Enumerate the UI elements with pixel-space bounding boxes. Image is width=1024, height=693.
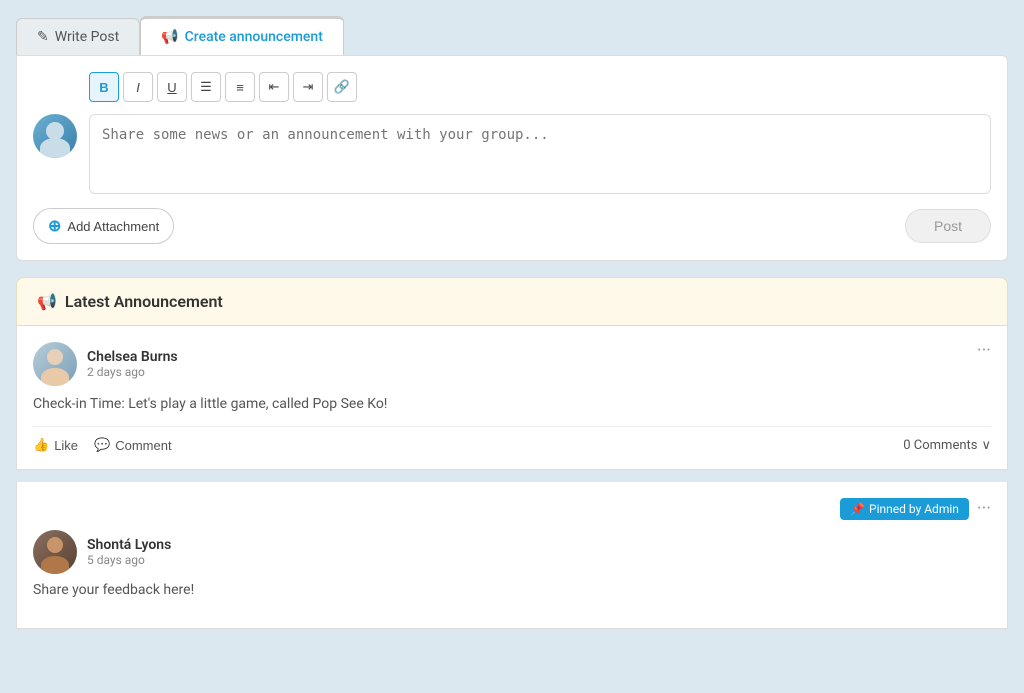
shonta-post-menu[interactable]: ··· <box>977 500 991 518</box>
like-icon: 👍 <box>33 437 49 453</box>
post-card-shonta: 📌 Pinned by Admin ··· Shontá Lyons 5 day… <box>16 482 1008 629</box>
post-card-chelsea: Chelsea Burns 2 days ago ··· Check-in Ti… <box>16 326 1008 470</box>
plus-icon: ⊕ <box>48 216 61 236</box>
unordered-list-button[interactable]: ☰ <box>191 72 221 102</box>
write-post-icon: ✎ <box>37 29 49 45</box>
announcement-icon: 📢 <box>161 29 178 45</box>
editor-toolbar: B I U ☰ ≡ ⇤ ⇥ 🔗 <box>89 72 991 102</box>
shonta-post-time: 5 days ago <box>87 553 171 567</box>
chelsea-post-menu[interactable]: ··· <box>977 342 991 360</box>
main-container: ✎ Write Post 📢 Create announcement B I U… <box>16 16 1008 629</box>
chelsea-comment-button[interactable]: 💬 Comment <box>94 437 172 453</box>
current-user-avatar <box>33 114 77 158</box>
editor-card: B I U ☰ ≡ ⇤ ⇥ 🔗 ⊕ Add Attachment Post <box>16 55 1008 261</box>
italic-button[interactable]: I <box>123 72 153 102</box>
pin-icon: 📌 <box>850 502 865 516</box>
create-announcement-label: Create announcement <box>185 29 323 45</box>
outdent-button[interactable]: ⇤ <box>259 72 289 102</box>
chelsea-avatar <box>33 342 77 386</box>
tabs: ✎ Write Post 📢 Create announcement <box>16 16 1008 55</box>
editor-footer: ⊕ Add Attachment Post <box>33 208 991 244</box>
post-button[interactable]: Post <box>905 209 991 243</box>
comment-icon: 💬 <box>94 437 110 453</box>
bold-button[interactable]: B <box>89 72 119 102</box>
tab-write-post[interactable]: ✎ Write Post <box>16 18 140 55</box>
shonta-author-details: Shontá Lyons 5 days ago <box>87 537 171 567</box>
shonta-author-name: Shontá Lyons <box>87 537 171 553</box>
chelsea-comments-count[interactable]: 0 Comments ∨ <box>903 438 991 453</box>
announcement-section-icon: 📢 <box>37 292 57 311</box>
chelsea-like-button[interactable]: 👍 Like <box>33 437 78 453</box>
add-attachment-button[interactable]: ⊕ Add Attachment <box>33 208 174 244</box>
shonta-post-header: Shontá Lyons 5 days ago <box>33 530 991 574</box>
add-attachment-label: Add Attachment <box>67 219 159 234</box>
write-post-label: Write Post <box>55 29 119 45</box>
shonta-avatar <box>33 530 77 574</box>
announcement-section-title: Latest Announcement <box>65 292 223 311</box>
shonta-post-content: Share your feedback here! <box>33 582 991 598</box>
tab-create-announcement[interactable]: 📢 Create announcement <box>140 16 344 55</box>
chevron-down-icon: ∨ <box>981 438 991 453</box>
post-author-info-chelsea: Chelsea Burns 2 days ago <box>33 342 178 386</box>
link-button[interactable]: 🔗 <box>327 72 357 102</box>
editor-row <box>33 114 991 194</box>
chelsea-author-name: Chelsea Burns <box>87 349 178 365</box>
chelsea-action-buttons: 👍 Like 💬 Comment <box>33 437 172 453</box>
pinned-badge: 📌 Pinned by Admin <box>840 498 969 520</box>
shonta-pinned-header: 📌 Pinned by Admin ··· <box>33 498 991 520</box>
latest-announcement-section: 📢 Latest Announcement <box>16 277 1008 326</box>
chelsea-post-actions: 👍 Like 💬 Comment 0 Comments ∨ <box>33 426 991 453</box>
post-header-chelsea: Chelsea Burns 2 days ago ··· <box>33 342 991 386</box>
indent-button[interactable]: ⇥ <box>293 72 323 102</box>
chelsea-post-time: 2 days ago <box>87 365 178 379</box>
ordered-list-button[interactable]: ≡ <box>225 72 255 102</box>
chelsea-post-content: Check-in Time: Let's play a little game,… <box>33 396 991 412</box>
post-text-input[interactable] <box>89 114 991 194</box>
chelsea-author-details: Chelsea Burns 2 days ago <box>87 349 178 379</box>
underline-button[interactable]: U <box>157 72 187 102</box>
